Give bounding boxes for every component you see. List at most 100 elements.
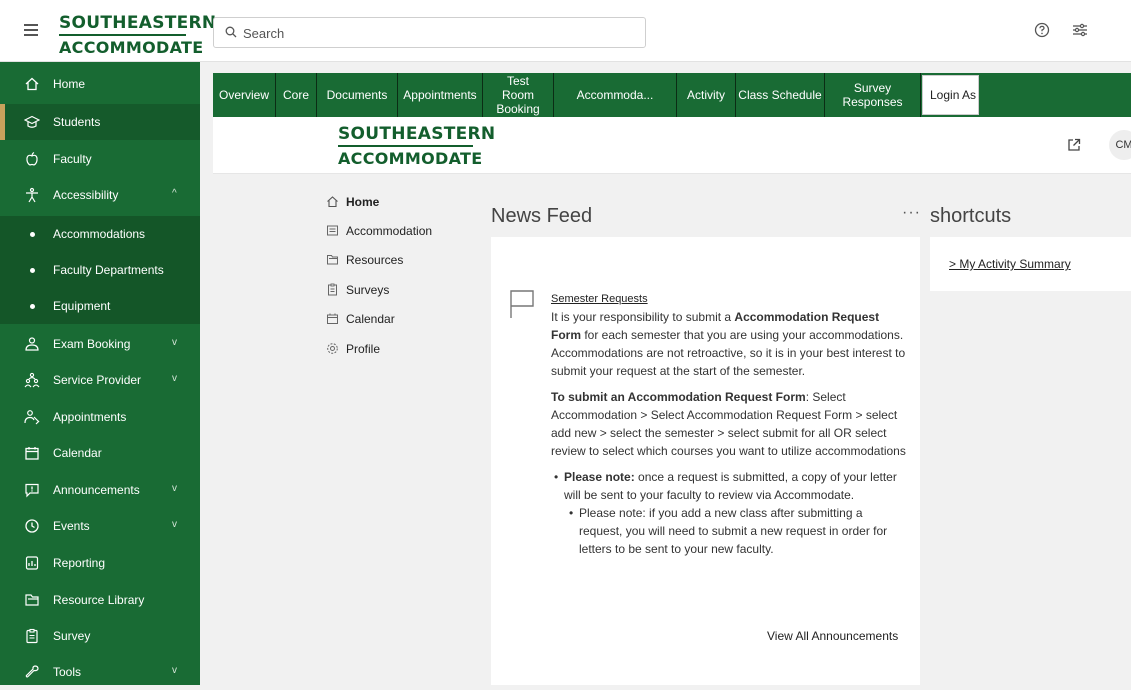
tab-survey-responses[interactable]: Survey Responses [825, 73, 921, 117]
chevron-down-icon: v [172, 373, 177, 384]
tab-class-schedule[interactable]: Class Schedule [736, 73, 825, 117]
sidebar-item-accommodations[interactable]: Accommodations [0, 216, 200, 252]
nav-label: Resources [346, 253, 404, 267]
sidebar-item-label: Reporting [53, 556, 106, 570]
search-box[interactable] [213, 17, 646, 48]
brand-line1: SOUTHEASTERN [338, 124, 496, 144]
sidebar-item-faculty-departments[interactable]: Faculty Departments [0, 252, 200, 288]
sidebar-item-reporting[interactable]: Reporting [0, 545, 200, 581]
content-brand-logo: SOUTHEASTERN ACCOMMODATE [338, 124, 496, 169]
calendar-icon [25, 447, 39, 460]
sidebar-item-announcements[interactable]: Announcements v [0, 472, 200, 508]
sidebar-item-students[interactable]: Students [0, 104, 200, 140]
home-icon [327, 196, 338, 208]
clock-icon [25, 519, 39, 533]
sidebar: Home Students Faculty Accessibility ^ Ac… [0, 62, 200, 685]
external-link-icon[interactable] [1066, 137, 1082, 153]
sidebar-item-service-provider[interactable]: Service Provider v [0, 362, 200, 398]
tab-overview[interactable]: Overview [213, 73, 276, 117]
search-icon [225, 26, 237, 38]
sidebar-item-survey[interactable]: Survey [0, 618, 200, 654]
sidebar-item-label: Accommodations [53, 227, 146, 241]
chevron-down-icon: v [172, 337, 177, 348]
tab-appointments[interactable]: Appointments [398, 73, 483, 117]
sidebar-item-label: Service Provider [53, 373, 142, 387]
news-feed-title: News Feed [491, 205, 593, 227]
tab-documents[interactable]: Documents [317, 73, 398, 117]
more-options-icon[interactable]: ··· [902, 204, 921, 222]
sidebar-item-label: Faculty [53, 152, 92, 166]
sidebar-item-appointments[interactable]: Appointments [0, 399, 200, 435]
sidebar-item-label: Accessibility [53, 188, 119, 202]
graduation-cap-icon [24, 115, 40, 128]
bullet-icon [30, 304, 35, 309]
brand-line2: ACCOMMODATE [338, 149, 483, 168]
sidebar-item-equipment[interactable]: Equipment [0, 288, 200, 324]
sidebar-item-label: Exam Booking [53, 337, 131, 351]
tab-activity[interactable]: Activity [677, 73, 736, 117]
wrench-icon [25, 665, 39, 678]
search-input[interactable] [241, 23, 631, 43]
list-item: Please note: if you add a new class afte… [569, 504, 907, 558]
settings-sliders-icon[interactable] [1071, 21, 1089, 39]
chevron-down-icon: v [172, 519, 177, 530]
sidebar-item-home[interactable]: Home [0, 66, 200, 102]
sidebar-item-calendar[interactable]: Calendar [0, 435, 200, 471]
sidebar-item-label: Faculty Departments [53, 263, 164, 277]
shortcuts-title: shortcuts [930, 205, 1012, 227]
announcement-list: Please note: once a request is submitted… [551, 468, 907, 558]
brand-line1: SOUTHEASTERN [59, 13, 217, 33]
sidebar-item-exam-booking[interactable]: Exam Booking v [0, 326, 200, 362]
view-all-announcements-link[interactable]: View All Announcements [767, 629, 898, 643]
bullet-icon [30, 232, 35, 237]
announcement: Semester Requests It is your responsibil… [551, 289, 907, 558]
tab-accommodations[interactable]: Accommoda... [554, 73, 677, 117]
people-group-icon [24, 372, 40, 388]
sidebar-item-faculty[interactable]: Faculty [0, 141, 200, 177]
announcement-title-link[interactable]: Semester Requests [551, 293, 648, 305]
tab-login-as[interactable]: Login As [922, 75, 979, 115]
list-item: Please note: once a request is submitted… [554, 468, 907, 558]
tab-bar: Overview Core Documents Appointments Tes… [213, 73, 1131, 117]
sidebar-item-accessibility[interactable]: Accessibility ^ [0, 177, 200, 213]
announcement-text: It is your responsibility to submit a [551, 310, 735, 324]
sidebar-item-events[interactable]: Events v [0, 508, 200, 544]
announcement-text: Please note: if you add a new class afte… [579, 506, 888, 556]
menu-icon[interactable] [24, 24, 38, 38]
sidebar-item-resource-library[interactable]: Resource Library [0, 582, 200, 618]
exam-user-icon [25, 337, 39, 351]
sidebar-item-label: Home [53, 77, 86, 91]
sidebar-item-label: Tools [53, 665, 82, 679]
report-icon [25, 556, 39, 570]
sidebar-item-label: Announcements [53, 483, 140, 497]
folder-icon [25, 594, 39, 606]
calendar-icon [327, 313, 338, 324]
sidebar-item-label: Events [53, 519, 90, 533]
announcement-icon [25, 483, 39, 498]
sidebar-item-label: Resource Library [53, 593, 145, 607]
folder-icon [327, 255, 338, 265]
nav-label: Accommodation [346, 224, 433, 238]
flag-icon [510, 290, 534, 318]
gear-icon [327, 343, 338, 354]
brand-line2: ACCOMMODATE [59, 38, 204, 57]
nav-label: Surveys [346, 283, 390, 297]
content-header: SOUTHEASTERN ACCOMMODATE CM [213, 117, 1131, 174]
announcement-emphasis: Please note: [564, 470, 635, 484]
sidebar-item-label: Students [53, 115, 101, 129]
avatar[interactable]: CM [1109, 130, 1131, 160]
sidebar-item-label: Calendar [53, 446, 102, 460]
chevron-down-icon: v [172, 483, 177, 494]
brand-logo[interactable]: SOUTHEASTERN ACCOMMODATE [59, 13, 217, 58]
my-activity-summary-link[interactable]: > My Activity Summary [949, 257, 1071, 271]
chevron-up-icon: ^ [172, 188, 177, 199]
home-icon [25, 77, 39, 91]
tab-test-room-booking[interactable]: Test Room Booking [483, 73, 554, 117]
nav-label: Calendar [346, 312, 395, 326]
tab-core[interactable]: Core [276, 73, 317, 117]
nav-label: Home [346, 195, 380, 209]
nav-label: Profile [346, 342, 381, 356]
handshake-icon [24, 410, 40, 425]
help-icon[interactable] [1033, 21, 1051, 39]
announcement-emphasis: To submit an Accommodation Request Form [551, 390, 806, 404]
